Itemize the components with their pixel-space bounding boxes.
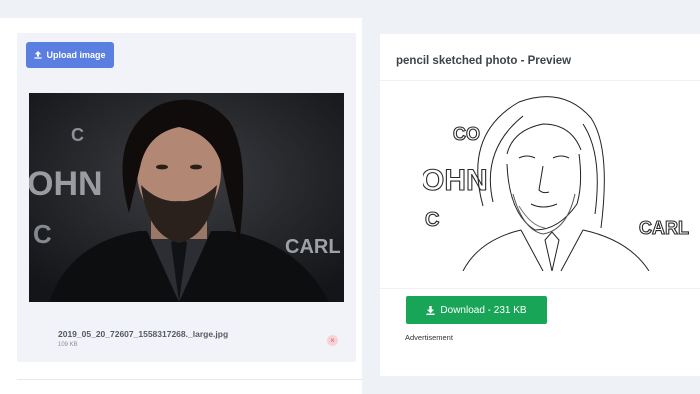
download-icon	[426, 305, 435, 315]
file-name: 2019_05_20_72607_1558317268._large.jpg	[58, 329, 229, 339]
upload-panel: Upload image C OHN C CARL 2019_05_20_726…	[17, 33, 356, 362]
advertisement-label: Advertisement	[405, 333, 453, 342]
backdrop-text: C	[33, 219, 52, 249]
photo-illustration: C OHN C CARL	[29, 93, 344, 302]
download-button-label: Download - 231 KB	[440, 304, 527, 316]
backdrop-text: C	[71, 125, 84, 145]
file-size: 109 KB	[58, 342, 78, 348]
divider	[380, 288, 700, 289]
divider	[17, 379, 362, 380]
preview-card: pencil sketched photo - Preview CO OHN C…	[380, 34, 700, 376]
upload-image-button[interactable]: Upload image	[26, 42, 114, 68]
remove-file-button[interactable]: ×	[327, 335, 338, 346]
upload-button-label: Upload image	[46, 50, 106, 60]
backdrop-text: OHN	[29, 165, 103, 203]
sketch-backdrop-text: C	[425, 209, 439, 231]
divider	[380, 80, 700, 81]
upload-icon	[34, 51, 43, 59]
sketch-illustration: CO OHN C CARL	[423, 94, 689, 271]
sketch-backdrop-text: CARL	[639, 218, 689, 238]
close-icon: ×	[330, 336, 335, 345]
sketch-preview-image: CO OHN C CARL	[423, 94, 689, 271]
sketch-backdrop-text: CO	[453, 124, 480, 144]
download-button[interactable]: Download - 231 KB	[406, 296, 547, 324]
backdrop-text: CARL	[285, 236, 341, 258]
preview-title: pencil sketched photo - Preview	[396, 55, 572, 67]
uploaded-photo: C OHN C CARL	[29, 93, 344, 302]
